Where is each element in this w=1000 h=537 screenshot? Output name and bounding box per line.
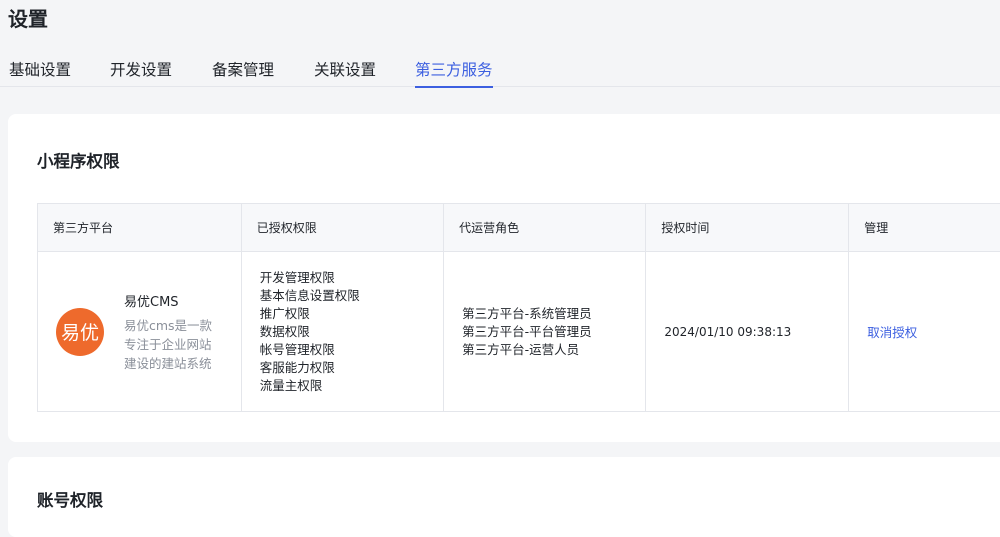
mini-program-permissions-title: 小程序权限: [37, 148, 120, 172]
permissions-cell: 开发管理权限 基本信息设置权限 推广权限 数据权限 帐号管理权限 客服能力权限 …: [241, 252, 443, 412]
tab-third-party-services[interactable]: 第三方服务: [415, 58, 493, 80]
column-header-permissions: 已授权权限: [241, 204, 443, 252]
platform-cell: 易优 易优CMS 易优cms是一款专注于企业网站建设的建站系统: [38, 252, 242, 412]
account-permissions-card: 账号权限: [8, 457, 1000, 537]
manage-cell: 取消授权: [849, 252, 1000, 412]
page-title: 设置: [8, 3, 48, 32]
platform-logo: 易优: [56, 308, 104, 356]
auth-time-cell: 2024/01/10 09:38:13: [646, 252, 849, 412]
column-header-platform: 第三方平台: [38, 204, 242, 252]
role-item: 第三方平台-运营人员: [462, 341, 645, 359]
table-header-row: 第三方平台 已授权权限 代运营角色 授权时间 管理: [38, 204, 1000, 252]
tab-dev-settings[interactable]: 开发设置: [110, 58, 172, 80]
permission-item: 开发管理权限: [260, 269, 443, 287]
tab-bar: 基础设置 开发设置 备案管理 关联设置 第三方服务: [0, 52, 1000, 87]
mini-program-permissions-card: 小程序权限 第三方平台 已授权权限 代运营角色 授权时间 管理 易优 易优CMS…: [8, 114, 1000, 442]
permission-item: 帐号管理权限: [260, 341, 443, 359]
revoke-authorization-link[interactable]: 取消授权: [867, 325, 917, 340]
table-row: 易优 易优CMS 易优cms是一款专注于企业网站建设的建站系统 开发管理权限 基…: [38, 252, 1000, 412]
column-header-manage: 管理: [849, 204, 1000, 252]
tab-basic-settings[interactable]: 基础设置: [9, 58, 71, 80]
permission-item: 流量主权限: [260, 377, 443, 395]
permission-item: 基本信息设置权限: [260, 287, 443, 305]
column-header-roles: 代运营角色: [444, 204, 646, 252]
permission-item: 客服能力权限: [260, 359, 443, 377]
permission-item: 推广权限: [260, 305, 443, 323]
column-header-auth-time: 授权时间: [646, 204, 849, 252]
role-item: 第三方平台-系统管理员: [462, 305, 645, 323]
authorization-table: 第三方平台 已授权权限 代运营角色 授权时间 管理 易优 易优CMS 易优cms…: [37, 203, 1000, 412]
platform-description: 易优cms是一款专注于企业网站建设的建站系统: [124, 316, 220, 373]
platform-name: 易优CMS: [124, 291, 220, 310]
roles-cell: 第三方平台-系统管理员 第三方平台-平台管理员 第三方平台-运营人员: [444, 252, 646, 412]
account-permissions-title: 账号权限: [37, 487, 103, 511]
tab-filing-management[interactable]: 备案管理: [212, 58, 274, 80]
permission-item: 数据权限: [260, 323, 443, 341]
auth-time: 2024/01/10 09:38:13: [664, 325, 791, 339]
tab-association-settings[interactable]: 关联设置: [314, 58, 376, 80]
role-item: 第三方平台-平台管理员: [462, 323, 645, 341]
